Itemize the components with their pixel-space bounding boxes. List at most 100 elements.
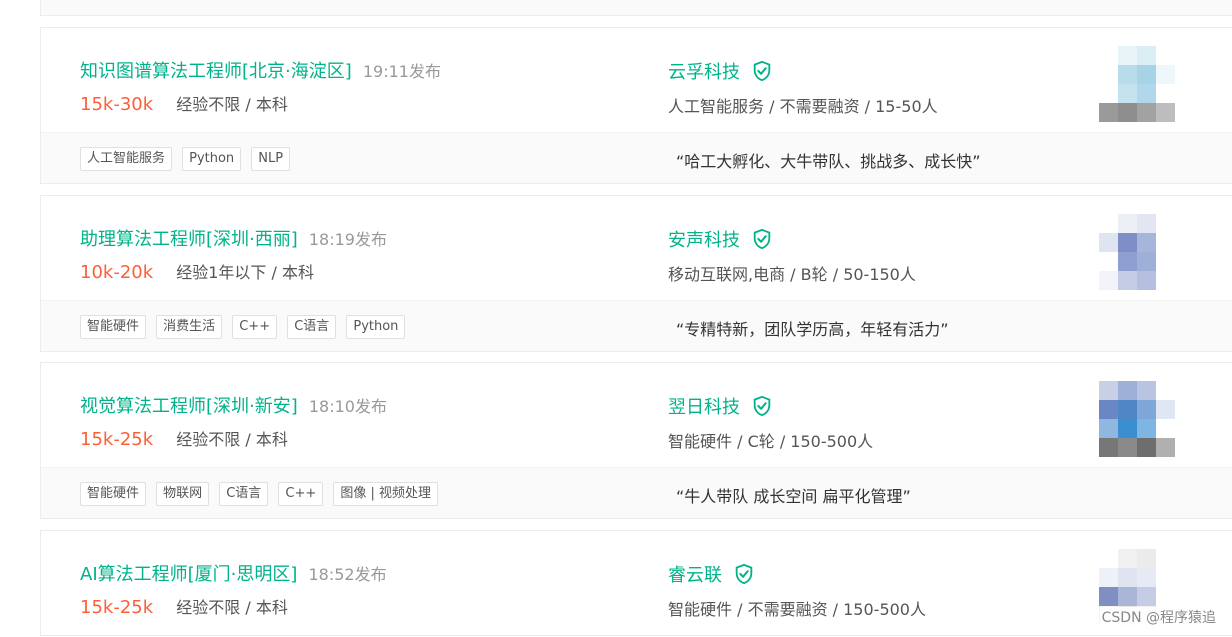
logo-pixel [1156, 252, 1175, 271]
job-card-footer [41, 0, 1232, 15]
logo-pixel [1118, 549, 1137, 568]
logo-pixel [1118, 381, 1137, 400]
company-name-link[interactable]: 睿云联 [668, 565, 722, 586]
company-slogan: “专精特新，团队学历高，年轻有活力” [676, 320, 949, 339]
post-time: 18:19发布 [308, 230, 387, 249]
company-name-link[interactable]: 云孚科技 [668, 62, 740, 83]
logo-pixel [1137, 214, 1156, 233]
logo-pixel [1099, 233, 1118, 252]
tag-list: 智能硬件 消费生活 C++ C语言 Python [80, 315, 410, 339]
company-slogan: “牛人带队 成长空间 扁平化管理” [676, 487, 911, 506]
job-card-footer: 人工智能服务 Python NLP “哈工大孵化、大牛带队、挑战多、成长快” [41, 132, 1232, 183]
tag: 人工智能服务 [80, 147, 173, 171]
tag: 物联网 [156, 482, 210, 506]
logo-pixel [1156, 214, 1175, 233]
logo-pixel [1099, 84, 1118, 103]
logo-pixel [1137, 103, 1156, 122]
requirements: 经验不限 / 本科 [176, 430, 288, 449]
logo-pixel [1118, 271, 1137, 290]
logo-pixel [1137, 381, 1156, 400]
logo-pixel [1137, 233, 1156, 252]
logo-pixel [1099, 271, 1118, 290]
logo-pixel [1156, 271, 1175, 290]
tag: NLP [251, 147, 291, 171]
logo-pixel [1156, 419, 1175, 438]
logo-pixel [1137, 65, 1156, 84]
company-industry: 人工智能服务 / 不需要融资 / 15-50人 [668, 97, 938, 116]
tag: C++ [232, 315, 278, 339]
job-title-link[interactable]: AI算法工程师[厦门·思明区] [80, 564, 297, 585]
requirements: 经验不限 / 本科 [176, 95, 288, 114]
logo-pixel [1137, 46, 1156, 65]
logo-pixel [1118, 252, 1137, 271]
logo-pixel [1156, 103, 1175, 122]
logo-pixel [1099, 103, 1118, 122]
logo-pixel [1118, 233, 1137, 252]
job-card[interactable]: 视觉算法工程师[深圳·新安] 18:10发布 15k-25k 经验不限 / 本科… [40, 362, 1232, 519]
logo-pixel [1099, 65, 1118, 84]
verified-shield-icon [735, 563, 753, 585]
tag: 消费生活 [156, 315, 223, 339]
logo-pixel [1118, 438, 1137, 457]
job-card[interactable]: 知识图谱算法工程师[北京·海淀区] 19:11发布 15k-30k 经验不限 /… [40, 27, 1232, 184]
job-card[interactable]: AI算法工程师[厦门·思明区] 18:52发布 15k-25k 经验不限 / 本… [40, 530, 1232, 636]
company-industry: 智能硬件 / C轮 / 150-500人 [668, 432, 874, 451]
company-slogan: “哈工大孵化、大牛带队、挑战多、成长快” [676, 152, 981, 171]
logo-pixel [1118, 46, 1137, 65]
tag: C语言 [219, 482, 269, 506]
watermark: CSDN @程序猿追 [1099, 607, 1218, 627]
logo-pixel [1118, 419, 1137, 438]
tag: 图像 | 视频处理 [333, 482, 439, 506]
salary: 15k-25k [80, 597, 154, 618]
verified-shield-icon [753, 60, 771, 82]
requirements: 经验不限 / 本科 [176, 598, 288, 617]
logo-pixel [1099, 381, 1118, 400]
logo-pixel [1156, 587, 1175, 606]
logo-pixel [1137, 568, 1156, 587]
company-industry: 智能硬件 / 不需要融资 / 150-500人 [668, 600, 926, 619]
logo-pixel [1137, 549, 1156, 568]
logo-pixel [1099, 568, 1118, 587]
company-logo[interactable] [1099, 214, 1175, 290]
logo-pixel [1156, 549, 1175, 568]
tag: C语言 [287, 315, 337, 339]
job-title-link[interactable]: 知识图谱算法工程师[北京·海淀区] [80, 61, 352, 82]
tag: 智能硬件 [80, 315, 147, 339]
tag: 智能硬件 [80, 482, 147, 506]
company-name-link[interactable]: 翌日科技 [668, 397, 740, 418]
logo-pixel [1099, 587, 1118, 606]
logo-pixel [1118, 103, 1137, 122]
logo-pixel [1156, 65, 1175, 84]
post-time: 19:11发布 [362, 62, 441, 81]
logo-pixel [1099, 400, 1118, 419]
salary: 10k-20k [80, 262, 154, 283]
tag-list: 智能硬件 物联网 C语言 C++ 图像 | 视频处理 [80, 482, 443, 506]
logo-pixel [1156, 438, 1175, 457]
job-title-link[interactable]: 助理算法工程师[深圳·西丽] [80, 229, 298, 250]
company-name-link[interactable]: 安声科技 [668, 230, 740, 251]
logo-pixel [1099, 419, 1118, 438]
logo-pixel [1118, 84, 1137, 103]
job-card[interactable]: 助理算法工程师[深圳·西丽] 18:19发布 10k-20k 经验1年以下 / … [40, 195, 1232, 352]
logo-pixel [1156, 46, 1175, 65]
salary: 15k-30k [80, 94, 154, 115]
logo-pixel [1137, 271, 1156, 290]
logo-pixel [1118, 65, 1137, 84]
logo-pixel [1137, 587, 1156, 606]
company-logo[interactable] [1099, 46, 1175, 122]
logo-pixel [1099, 46, 1118, 65]
post-time: 18:52发布 [308, 565, 387, 584]
logo-pixel [1137, 400, 1156, 419]
logo-pixel [1156, 400, 1175, 419]
job-card-footer: 智能硬件 消费生活 C++ C语言 Python “专精特新，团队学历高，年轻有… [41, 300, 1232, 351]
logo-pixel [1137, 438, 1156, 457]
verified-shield-icon [753, 228, 771, 250]
tag: Python [346, 315, 406, 339]
tag: Python [182, 147, 242, 171]
logo-pixel [1118, 400, 1137, 419]
verified-shield-icon [753, 395, 771, 417]
job-title-link[interactable]: 视觉算法工程师[深圳·新安] [80, 396, 298, 417]
logo-pixel [1118, 587, 1137, 606]
logo-pixel [1099, 549, 1118, 568]
company-logo[interactable] [1099, 381, 1175, 457]
